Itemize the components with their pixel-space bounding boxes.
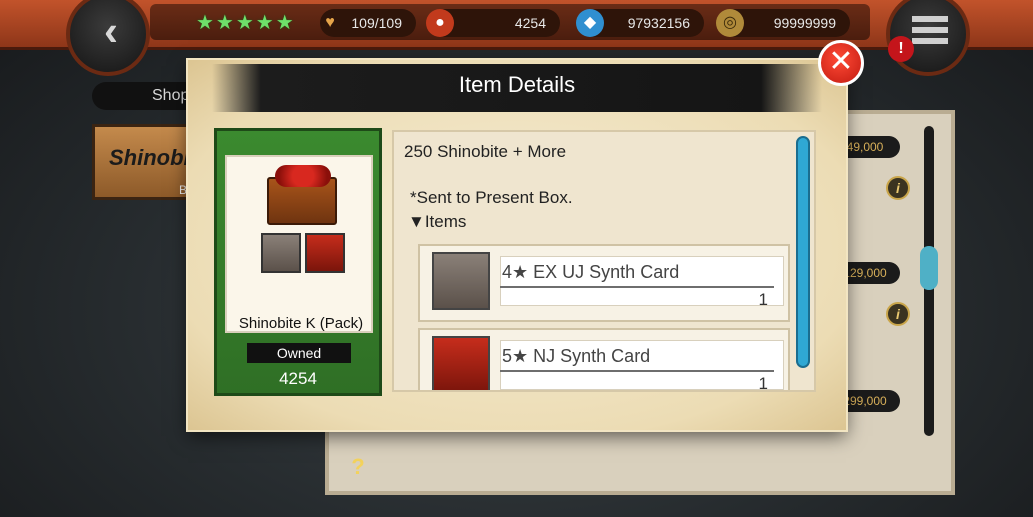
detail-note: *Sent to Present Box.	[410, 188, 573, 207]
shinobite-counter: ● 4254	[426, 9, 560, 37]
info-icon[interactable]: i	[886, 302, 910, 326]
item-name: Shinobite K (Pack)	[238, 315, 364, 332]
dialog-title: Item Details	[458, 72, 576, 97]
item-card: Shinobite K (Pack) Owned 4254	[214, 128, 382, 396]
alert-badge: !	[888, 36, 914, 62]
entry-name: 5★ NJ Synth Card	[502, 346, 651, 366]
owned-label: Owned	[247, 343, 351, 363]
toad-red-icon	[305, 233, 345, 273]
detail-scrollbar[interactable]	[796, 136, 810, 368]
toad-grey-icon	[432, 252, 490, 310]
shinobite-pack-icon	[267, 165, 337, 225]
toad-red-icon	[432, 336, 490, 390]
close-button[interactable]: ✕	[818, 40, 864, 86]
ryo-counter: ◆ 97932156	[576, 9, 704, 37]
menu-icon	[912, 16, 948, 44]
entry-divider	[500, 286, 774, 288]
info-icon[interactable]: i	[886, 176, 910, 200]
entry-qty: 1	[758, 374, 768, 392]
entry-divider	[500, 370, 774, 372]
entry-name: 4★ EX UJ Synth Card	[502, 262, 680, 282]
shop-banner-label: Shinobi	[109, 145, 190, 170]
shop-banner-sub: B	[179, 183, 188, 197]
entry-qty: 1	[758, 290, 768, 309]
detail-panel[interactable]: 250 Shinobite + More *Sent to Present Bo…	[392, 130, 816, 392]
coin-icon: ◎	[716, 9, 744, 37]
detail-title: 250 Shinobite + More	[404, 142, 567, 161]
list-item[interactable]: 5★ NJ Synth Card 1	[418, 328, 790, 392]
item-image-frame: Shinobite K (Pack)	[225, 155, 373, 333]
rank-stars: ★★★★★	[196, 12, 296, 34]
close-icon: ✕	[828, 45, 854, 78]
ryo-icon: ◆	[576, 9, 604, 37]
coin-counter: ◎ 99999999	[716, 9, 850, 37]
help-icon[interactable]: ?	[340, 452, 376, 482]
shop-banner[interactable]: Shinobi B	[92, 124, 202, 200]
game-screen: ‹ ★★★★★ ♥ 109/109 ● 4254 ◆ 97932156 ◎ 99…	[0, 0, 1033, 517]
back-button[interactable]: ‹	[66, 0, 150, 76]
heart-icon: ♥	[325, 14, 335, 31]
toad-grey-icon	[261, 233, 301, 273]
shop-scroll-thumb[interactable]	[920, 246, 938, 290]
items-header[interactable]: ▼Items	[408, 212, 466, 232]
shop-tab[interactable]: Shop	[92, 82, 202, 110]
list-item[interactable]: 4★ EX UJ Synth Card 1	[418, 244, 790, 322]
owned-value: 4254	[279, 369, 317, 388]
stamina-counter: ♥ 109/109	[320, 9, 416, 37]
shinobite-icon: ●	[426, 9, 454, 37]
back-chevron-icon: ‹	[104, 7, 118, 54]
